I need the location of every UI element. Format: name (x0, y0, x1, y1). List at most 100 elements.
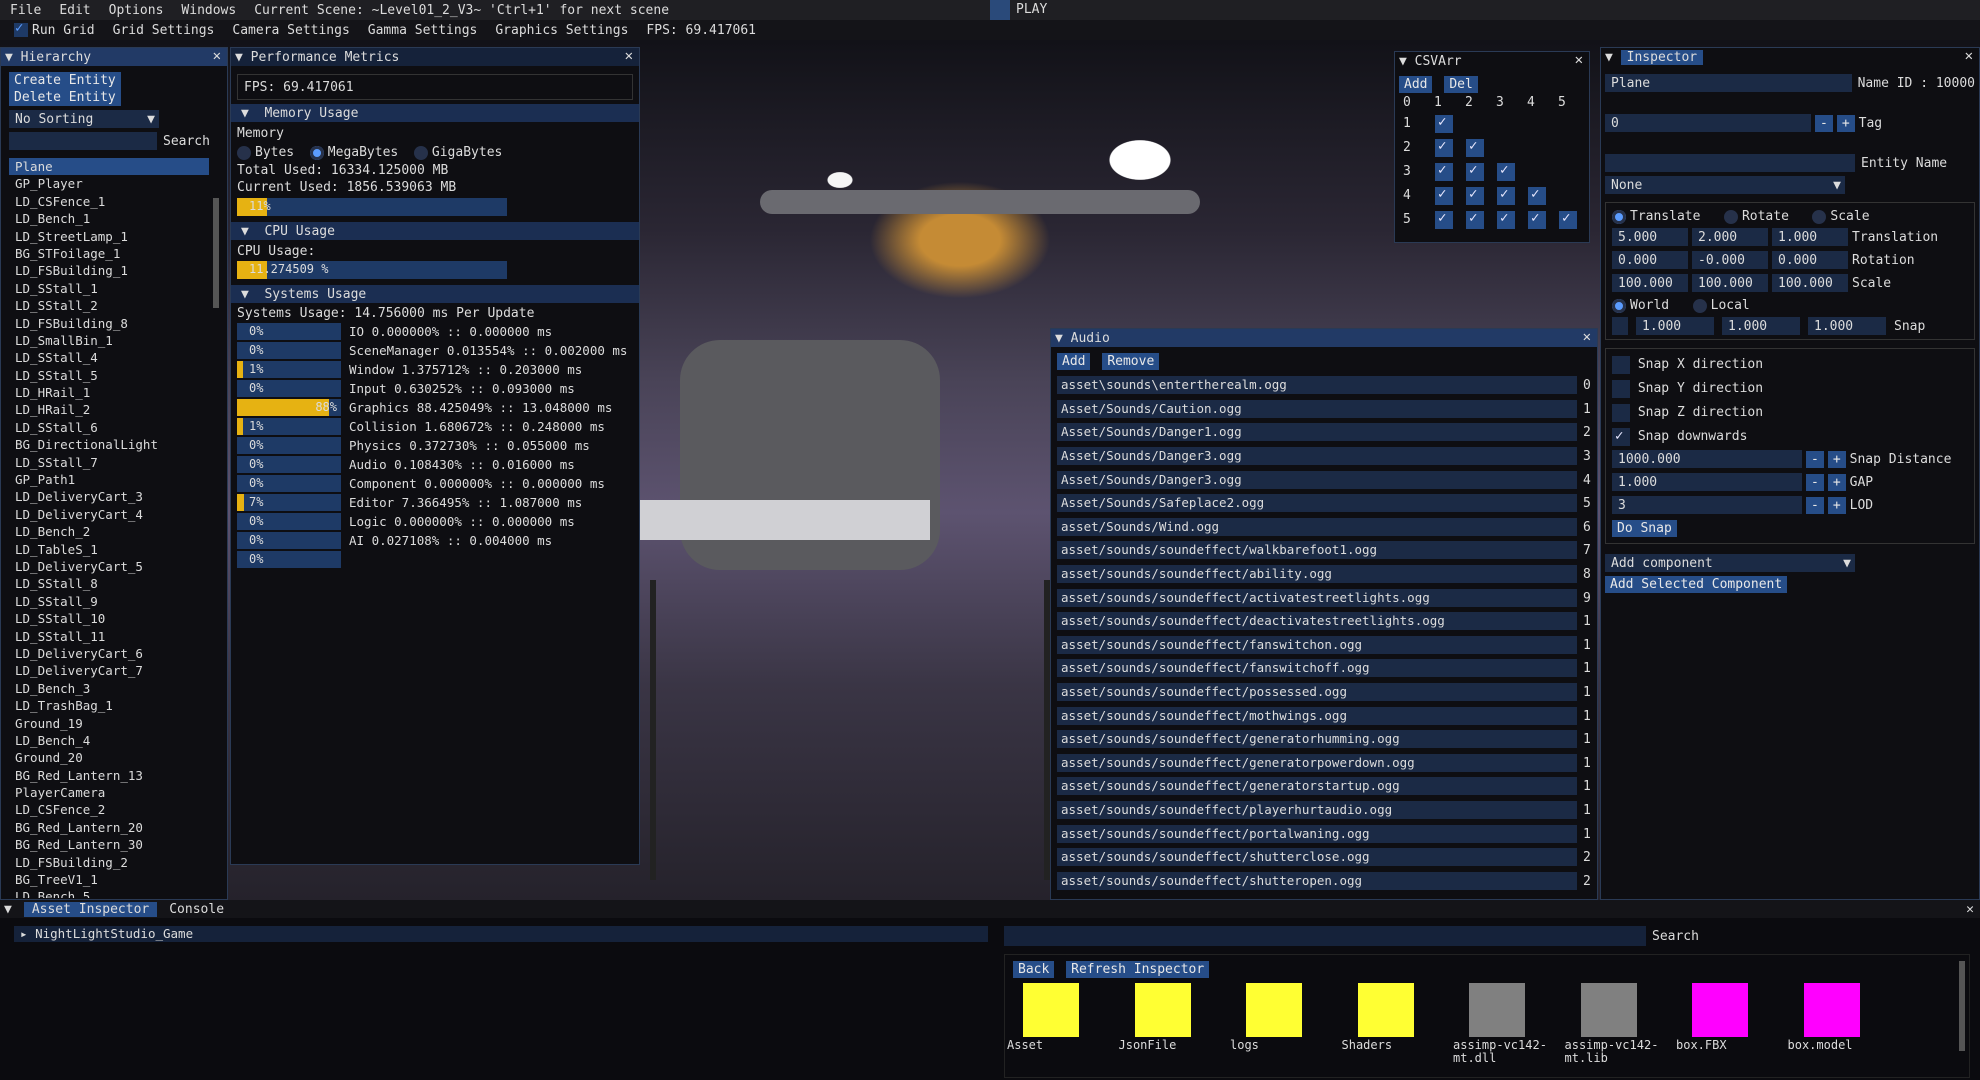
file-icon[interactable] (1692, 983, 1748, 1037)
entity-list-item[interactable]: LD_SStall_11 (9, 628, 209, 645)
scale-x-input[interactable]: 100.000 (1612, 274, 1688, 292)
snap-z-input[interactable]: 1.000 (1808, 317, 1886, 335)
entity-list-item[interactable]: LD_SStall_8 (9, 575, 209, 592)
entity-list-item[interactable]: GP_Path1 (9, 471, 209, 488)
entity-list-item[interactable]: LD_SStall_1 (9, 280, 209, 297)
audio-path-input[interactable]: asset/sounds/soundeffect/mothwings.ogg (1057, 706, 1577, 725)
entity-list-item[interactable]: LD_DeliveryCart_7 (9, 662, 209, 679)
asset-tile[interactable]: assimp-vc142-mt.lib (1565, 983, 1681, 1065)
entity-list-item[interactable]: LD_CSFence_1 (9, 193, 209, 210)
audio-path-input[interactable]: asset\sounds\entertherealm.ogg (1057, 376, 1577, 395)
memory-section-header[interactable]: ▼ Memory Usage (231, 104, 639, 122)
inspector-titlebar[interactable]: ▼ Inspector ✕ (1601, 48, 1979, 66)
audio-path-input[interactable]: asset/sounds/soundeffect/generatorhummin… (1057, 730, 1577, 749)
snap-distance-plus-button[interactable]: + (1827, 450, 1846, 468)
snap-distance-input[interactable]: 1000.000 (1612, 450, 1802, 468)
csvarr-checkbox[interactable] (1528, 210, 1546, 229)
csvarr-add-button[interactable]: Add (1399, 76, 1433, 93)
file-icon[interactable] (1469, 983, 1525, 1037)
csvarr-checkbox[interactable] (1466, 162, 1484, 181)
file-icon[interactable] (1580, 983, 1637, 1037)
hierarchy-search-input[interactable] (9, 132, 157, 150)
menu-edit[interactable]: Edit (59, 3, 90, 18)
audio-path-input[interactable]: Asset/Sounds/Danger3.ogg (1057, 470, 1577, 489)
collapse-arrow-icon[interactable]: ▼ (1399, 54, 1415, 69)
translation-y-input[interactable]: 2.000 (1692, 228, 1768, 246)
tag-plus-button[interactable]: + (1836, 114, 1855, 132)
radio-icon[interactable] (1692, 298, 1707, 313)
hierarchy-titlebar[interactable]: ▼ Hierarchy ✕ (1, 48, 227, 66)
entity-list-item[interactable]: BG_Red_Lantern_30 (9, 836, 209, 853)
entity-list-item[interactable]: LD_HRail_1 (9, 384, 209, 401)
gap-input[interactable]: 1.000 (1612, 473, 1802, 491)
entity-list-item[interactable]: LD_TrashBag_1 (9, 697, 209, 714)
add-selected-component-button[interactable]: Add Selected Component (1605, 576, 1788, 593)
snap-toggle[interactable] (1612, 317, 1628, 335)
audio-path-input[interactable]: Asset/Sounds/Safeplace2.ogg (1057, 494, 1577, 513)
translation-x-input[interactable]: 5.000 (1612, 228, 1688, 246)
delete-entity-button[interactable]: Delete Entity (9, 89, 121, 106)
collapse-arrow-icon[interactable]: ▼ (1055, 331, 1071, 346)
audio-path-input[interactable]: asset/sounds/soundeffect/playerhurtaudio… (1057, 800, 1577, 819)
file-icon[interactable] (1803, 983, 1860, 1037)
checkbox-icon[interactable] (1612, 427, 1630, 446)
snap-x-input[interactable]: 1.000 (1636, 317, 1714, 335)
entity-list-item[interactable]: LD_FSBuilding_8 (9, 315, 209, 332)
entity-list-item[interactable]: LD_DeliveryCart_3 (9, 488, 209, 505)
camera-settings-menu[interactable]: Camera Settings (232, 23, 349, 38)
snap-y-input[interactable]: 1.000 (1722, 317, 1800, 335)
tag-minus-button[interactable]: - (1815, 114, 1833, 132)
do-snap-button[interactable]: Do Snap (1612, 520, 1677, 537)
add-component-dropdown[interactable]: Add component ▼ (1605, 554, 1855, 572)
performance-titlebar[interactable]: ▼ Performance Metrics ✕ (231, 48, 639, 66)
entity-list-item[interactable]: LD_Bench_5 (9, 888, 209, 898)
entity-list-item[interactable]: LD_Bench_1 (9, 210, 209, 227)
radio-icon[interactable] (1812, 209, 1827, 224)
radio-rotate[interactable]: Rotate (1723, 209, 1789, 224)
collapse-arrow-icon[interactable]: ▼ (5, 50, 21, 65)
snap-z-checkbox[interactable]: Snap Z direction (1612, 403, 1968, 422)
entity-list-item[interactable]: PlayerCamera (9, 784, 209, 801)
radio-world[interactable]: World (1612, 298, 1669, 313)
radio-icon[interactable] (1612, 209, 1626, 224)
audio-path-input[interactable]: asset/sounds/soundeffect/deactivatestree… (1057, 612, 1577, 631)
audio-path-input[interactable]: asset/sounds/soundeffect/ability.ogg (1057, 565, 1577, 584)
csvarr-checkbox[interactable] (1497, 210, 1515, 229)
csvarr-checkbox[interactable] (1435, 210, 1453, 229)
asset-tile[interactable]: box.FBX (1676, 983, 1792, 1052)
entity-list-item[interactable]: LD_StreetLamp_1 (9, 228, 209, 245)
audio-path-input[interactable]: asset/sounds/soundeffect/possessed.ogg (1057, 683, 1577, 702)
csvarr-checkbox[interactable] (1559, 210, 1577, 229)
create-entity-button[interactable]: Create Entity (9, 72, 121, 89)
checkbox-icon[interactable] (1612, 355, 1630, 374)
tag-input[interactable]: 0 (1605, 114, 1811, 132)
csvarr-checkbox[interactable] (1528, 186, 1546, 205)
tab-console[interactable]: Console (169, 902, 224, 917)
entity-list-item[interactable]: GP_Player (9, 175, 209, 192)
tab-asset-inspector[interactable]: Asset Inspector (23, 901, 158, 917)
entity-list-item[interactable]: Ground_19 (9, 715, 209, 732)
lod-input[interactable]: 3 (1612, 496, 1802, 514)
csvarr-checkbox[interactable] (1466, 138, 1484, 157)
entity-list-item[interactable]: LD_FSBuilding_2 (9, 854, 209, 871)
entity-list-item[interactable]: LD_FSBuilding_1 (9, 262, 209, 279)
radio-translate[interactable]: Translate (1612, 209, 1700, 224)
scrollbar[interactable] (1959, 961, 1965, 1051)
csvarr-checkbox[interactable] (1435, 162, 1453, 181)
radio-gigabytes[interactable]: GigaBytes (413, 145, 502, 160)
collapse-arrow-icon[interactable]: ▼ (235, 50, 251, 65)
entity-list-item[interactable]: LD_DeliveryCart_6 (9, 645, 209, 662)
snap-x-checkbox[interactable]: Snap X direction (1612, 355, 1968, 374)
audio-path-input[interactable]: asset/sounds/soundeffect/shutteropen.ogg (1057, 871, 1577, 890)
close-icon[interactable]: ✕ (1575, 52, 1583, 68)
rotation-y-input[interactable]: -0.000 (1692, 251, 1768, 269)
asset-tile[interactable]: JsonFile (1119, 983, 1235, 1052)
entity-list-item[interactable]: LD_CSFence_2 (9, 801, 209, 818)
entity-list-item[interactable]: LD_DeliveryCart_5 (9, 558, 209, 575)
collapse-arrow-icon[interactable]: ▼ (1605, 50, 1621, 65)
scale-z-input[interactable]: 100.000 (1772, 274, 1848, 292)
play-button[interactable] (990, 0, 1010, 20)
entity-list-item[interactable]: BG_DirectionalLight (9, 436, 209, 453)
close-icon[interactable]: ✕ (213, 48, 221, 64)
grid-settings-menu[interactable]: Grid Settings (113, 23, 215, 38)
